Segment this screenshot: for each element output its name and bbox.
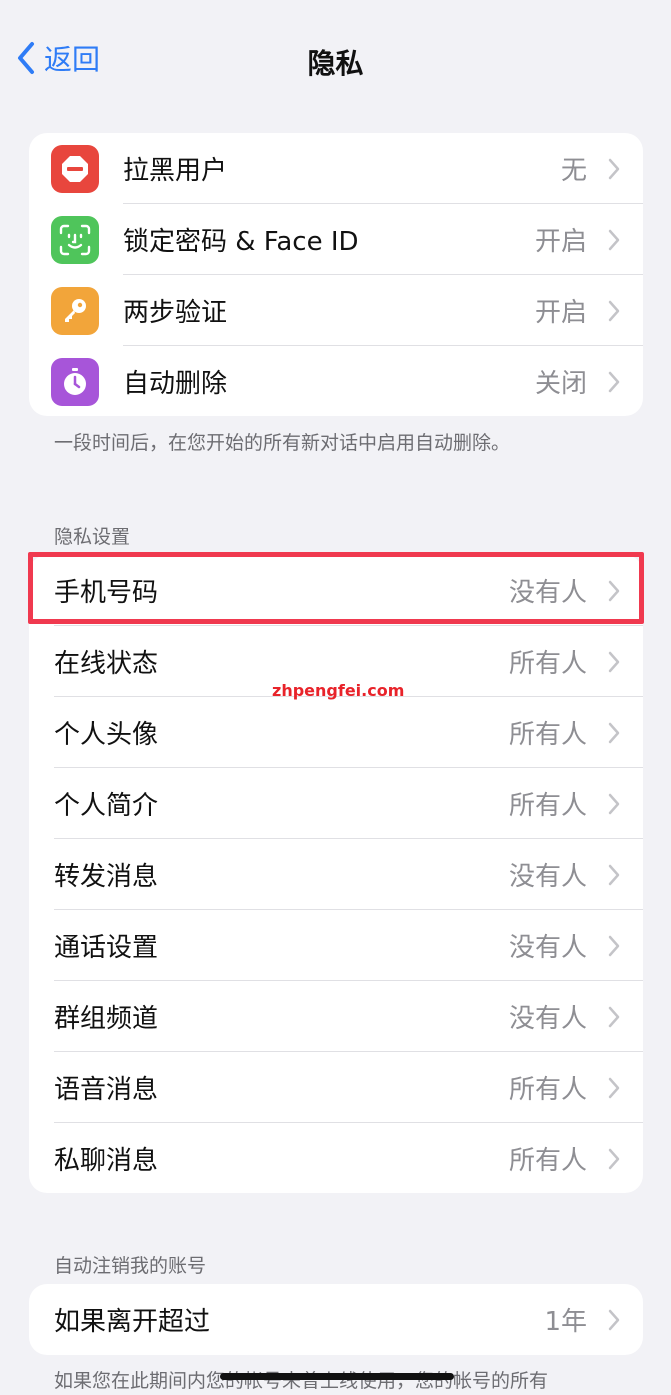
row-value: 没有人 (508, 1004, 587, 1034)
row-voice-messages[interactable]: 语音消息 所有人 (29, 1052, 643, 1123)
timer-icon (51, 357, 99, 406)
row-label: 自动删除 (123, 369, 228, 399)
chevron-right-icon (608, 651, 620, 672)
row-value: 所有人 (508, 1146, 587, 1176)
security-group: 拉黑用户 无 锁定密码 & Face ID 开启 两步验证 开启 自动删除 关闭 (29, 133, 643, 416)
row-blocked-users[interactable]: 拉黑用户 无 (29, 133, 643, 204)
page-title: 隐私 (307, 47, 364, 80)
row-label: 手机号码 (54, 578, 159, 608)
row-label: 私聊消息 (54, 1146, 159, 1176)
row-value: 关闭 (534, 369, 587, 399)
row-value: 1年 (544, 1307, 587, 1337)
face-id-icon (51, 215, 99, 264)
row-value: 所有人 (508, 1075, 587, 1105)
row-label: 两步验证 (123, 298, 228, 328)
row-phone-number[interactable]: 手机号码 没有人 (29, 555, 643, 626)
watermark: zhpengfei.com (272, 681, 405, 700)
row-label: 个人头像 (54, 720, 159, 750)
row-label: 拉黑用户 (123, 156, 228, 186)
row-private-messages[interactable]: 私聊消息 所有人 (29, 1123, 643, 1193)
chevron-right-icon (608, 158, 620, 179)
row-label: 如果离开超过 (54, 1307, 211, 1337)
auto-delete-footnote: 一段时间后，在您开始的所有新对话中启用自动删除。 (54, 432, 511, 454)
row-two-step-verification[interactable]: 两步验证 开启 (29, 275, 643, 346)
row-passcode-face-id[interactable]: 锁定密码 & Face ID 开启 (29, 204, 643, 275)
chevron-right-icon (608, 229, 620, 250)
chevron-right-icon (608, 300, 620, 321)
row-label: 个人简介 (54, 791, 159, 821)
row-profile-photo[interactable]: 个人头像 所有人 (29, 697, 643, 768)
chevron-right-icon (608, 580, 620, 601)
auto-delete-account-group: 如果离开超过 1年 (29, 1284, 643, 1355)
row-value: 所有人 (508, 649, 587, 679)
auto-delete-account-header: 自动注销我的账号 (54, 1255, 207, 1277)
row-value: 开启 (534, 227, 587, 257)
row-label: 转发消息 (54, 862, 159, 892)
home-indicator (220, 1373, 454, 1380)
chevron-right-icon (608, 1148, 620, 1169)
row-value: 无 (560, 156, 587, 186)
row-label: 群组频道 (54, 1004, 159, 1034)
chevron-right-icon (608, 1309, 620, 1330)
privacy-settings-group: 手机号码 没有人 在线状态 所有人 个人头像 所有人 个人简介 所有人 转发消息… (29, 555, 643, 1193)
row-value: 没有人 (508, 933, 587, 963)
chevron-right-icon (608, 935, 620, 956)
row-value: 没有人 (508, 862, 587, 892)
privacy-settings-header: 隐私设置 (54, 526, 131, 548)
row-value: 没有人 (508, 578, 587, 608)
row-if-away-for[interactable]: 如果离开超过 1年 (29, 1284, 643, 1355)
row-bio[interactable]: 个人简介 所有人 (29, 768, 643, 839)
key-icon (51, 286, 99, 335)
row-calls[interactable]: 通话设置 没有人 (29, 910, 643, 981)
row-label: 语音消息 (54, 1075, 159, 1105)
block-icon (51, 144, 99, 193)
row-label: 在线状态 (54, 649, 159, 679)
chevron-right-icon (608, 371, 620, 392)
privacy-settings-screen: 返回 隐私 拉黑用户 无 锁定密码 & Face ID 开启 两步验证 开启 自… (0, 0, 671, 1395)
chevron-right-icon (608, 1077, 620, 1098)
row-forwarded-messages[interactable]: 转发消息 没有人 (29, 839, 643, 910)
row-value: 开启 (534, 298, 587, 328)
row-label: 锁定密码 & Face ID (123, 227, 359, 257)
row-label: 通话设置 (54, 933, 159, 963)
row-groups-channels[interactable]: 群组频道 没有人 (29, 981, 643, 1052)
row-auto-delete[interactable]: 自动删除 关闭 (29, 346, 643, 416)
row-value: 所有人 (508, 791, 587, 821)
chevron-right-icon (608, 793, 620, 814)
chevron-right-icon (608, 864, 620, 885)
chevron-right-icon (608, 1006, 620, 1027)
navigation-bar: 返回 隐私 (0, 28, 671, 92)
chevron-right-icon (608, 722, 620, 743)
row-value: 所有人 (508, 720, 587, 750)
